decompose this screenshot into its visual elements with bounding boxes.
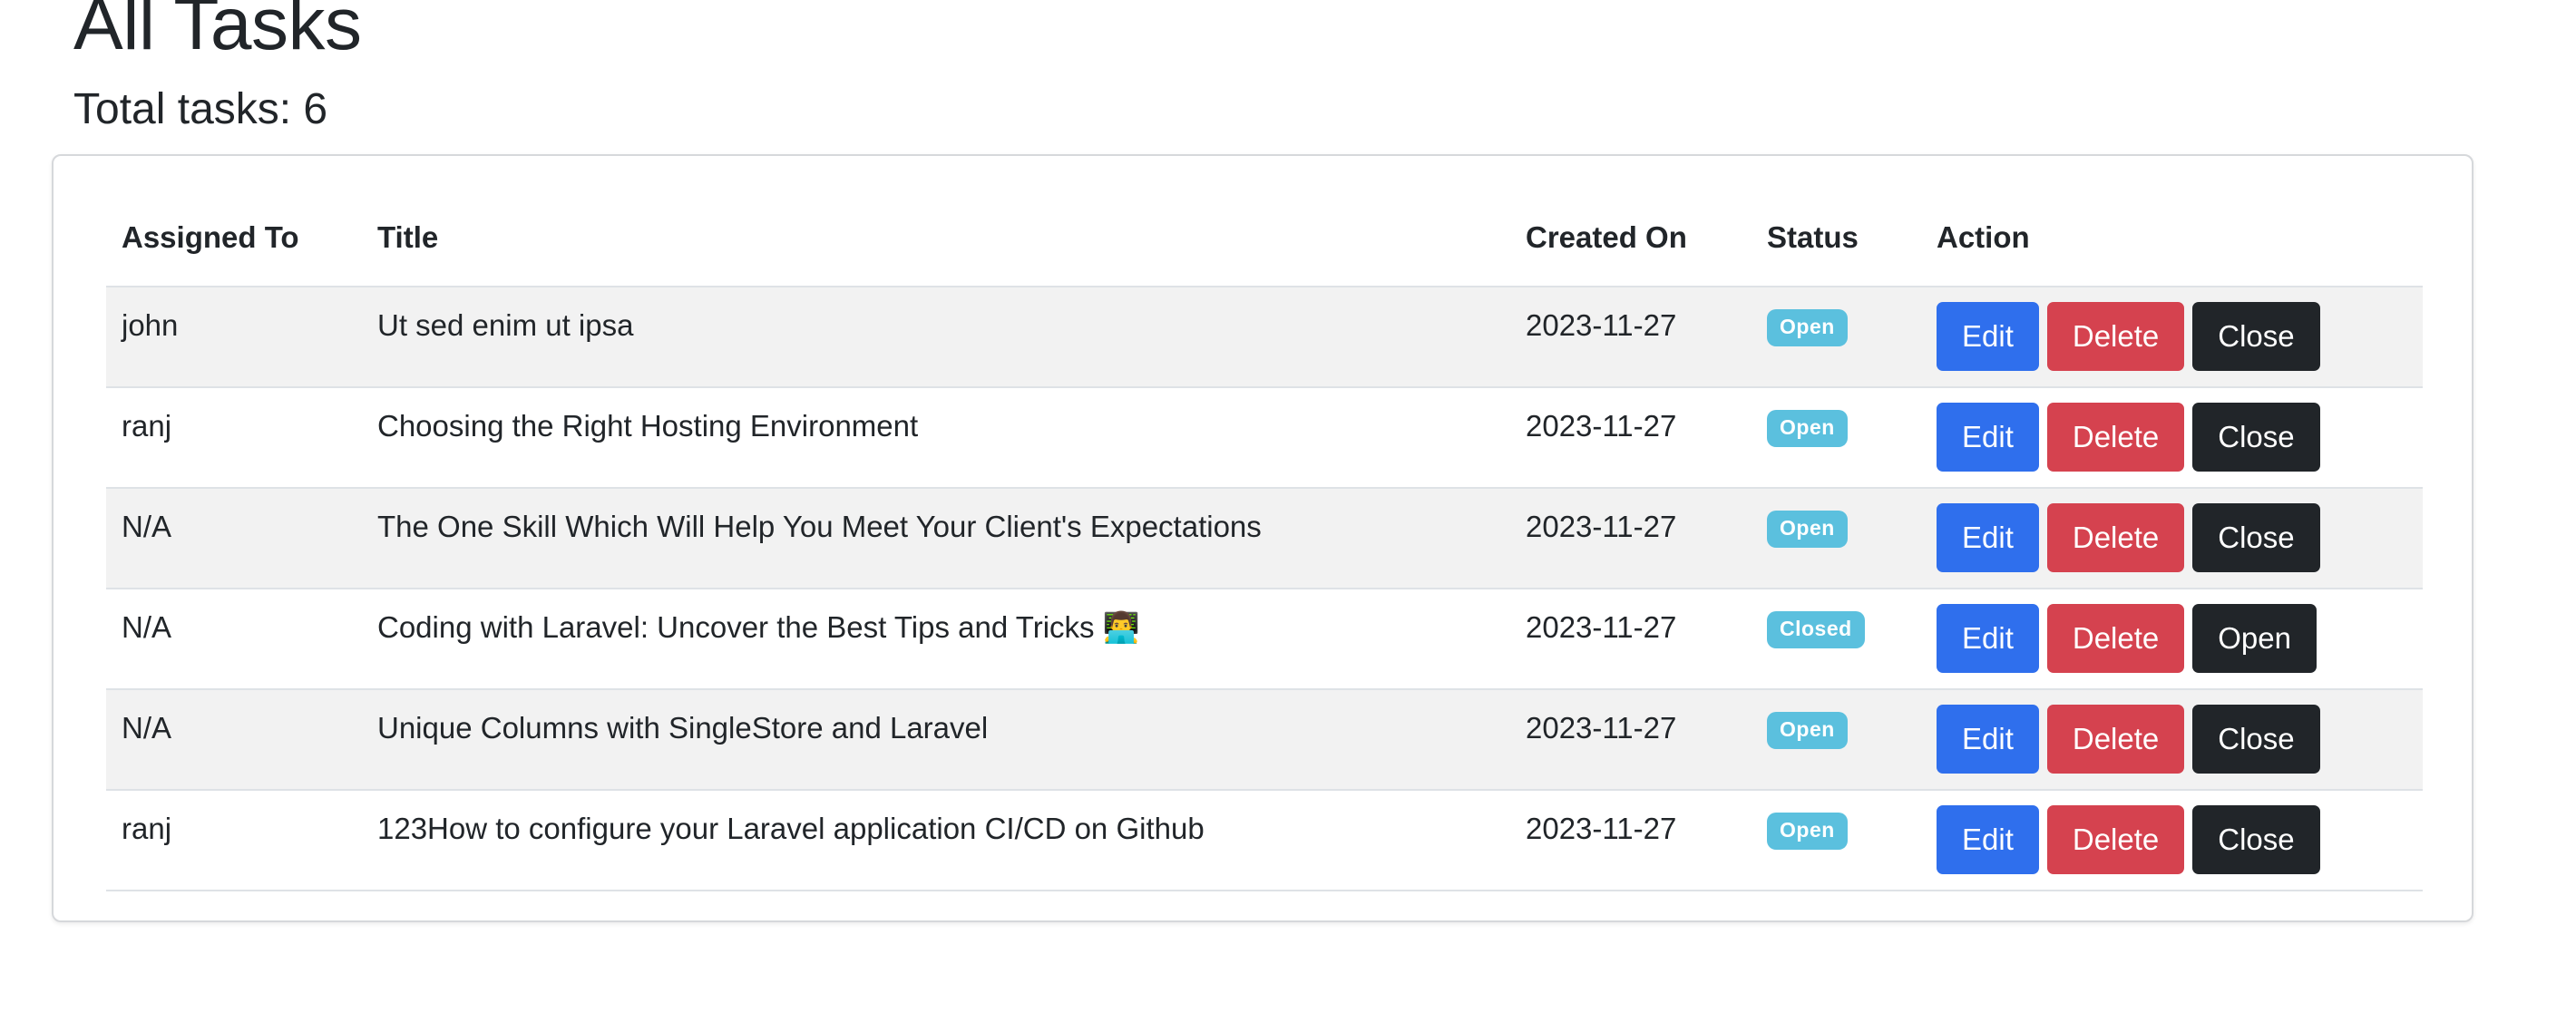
assigned-to-text: john xyxy=(122,308,179,342)
created-on-text: 2023-11-27 xyxy=(1526,308,1677,342)
cell-title: Coding with Laravel: Uncover the Best Ti… xyxy=(362,589,1510,690)
created-on-text: 2023-11-27 xyxy=(1526,409,1677,443)
cell-assigned-to: N/A xyxy=(106,488,362,589)
task-title-text: The One Skill Which Will Help You Meet Y… xyxy=(377,510,1262,543)
row-actions: Edit Delete Close xyxy=(1937,287,2407,371)
table-row: john Ut sed enim ut ipsa 2023-11-27 Open… xyxy=(106,287,2423,388)
cell-title: 123How to configure your Laravel applica… xyxy=(362,790,1510,891)
cell-assigned-to: ranj xyxy=(106,790,362,891)
status-badge: Open xyxy=(1767,511,1848,548)
cell-title: Unique Columns with SingleStore and Lara… xyxy=(362,689,1510,791)
cell-assigned-to: N/A xyxy=(106,689,362,791)
cell-status: Open xyxy=(1751,689,1921,791)
cell-status: Open xyxy=(1751,790,1921,891)
task-title-text: Coding with Laravel: Uncover the Best Ti… xyxy=(377,610,1140,644)
assigned-to-text: N/A xyxy=(122,711,172,745)
delete-button[interactable]: Delete xyxy=(2046,805,2185,874)
delete-button[interactable]: Delete xyxy=(2046,503,2185,572)
close-task-button[interactable]: Close xyxy=(2192,302,2320,371)
tasks-card: Assigned To Title Created On Status Acti… xyxy=(52,154,2474,922)
cell-status: Open xyxy=(1751,387,1921,489)
created-on-text: 2023-11-27 xyxy=(1526,711,1677,745)
close-task-button[interactable]: Close xyxy=(2192,503,2320,572)
edit-button[interactable]: Edit xyxy=(1937,302,2039,371)
cell-actions: Edit Delete Close xyxy=(1921,488,2423,589)
created-on-text: 2023-11-27 xyxy=(1526,510,1677,543)
cell-assigned-to: ranj xyxy=(106,387,362,489)
edit-button[interactable]: Edit xyxy=(1937,805,2039,874)
task-title-text: Ut sed enim ut ipsa xyxy=(377,308,634,342)
edit-button[interactable]: Edit xyxy=(1937,705,2039,774)
delete-button[interactable]: Delete xyxy=(2046,302,2185,371)
open-task-button[interactable]: Open xyxy=(2192,604,2317,673)
table-row: N/A The One Skill Which Will Help You Me… xyxy=(106,488,2423,589)
column-header-title: Title xyxy=(362,189,1510,287)
cell-actions: Edit Delete Close xyxy=(1921,387,2423,489)
column-header-status: Status xyxy=(1751,189,1921,287)
cell-status: Closed xyxy=(1751,589,1921,690)
row-actions: Edit Delete Close xyxy=(1937,690,2407,774)
close-task-button[interactable]: Close xyxy=(2192,705,2320,774)
cell-title: The One Skill Which Will Help You Meet Y… xyxy=(362,488,1510,589)
assigned-to-text: N/A xyxy=(122,610,172,644)
close-task-button[interactable]: Close xyxy=(2192,403,2320,472)
cell-created-on: 2023-11-27 xyxy=(1510,589,1751,690)
table-row: N/A Coding with Laravel: Uncover the Bes… xyxy=(106,589,2423,690)
table-row: ranj Choosing the Right Hosting Environm… xyxy=(106,387,2423,489)
edit-button[interactable]: Edit xyxy=(1937,604,2039,673)
task-title-text: Choosing the Right Hosting Environment xyxy=(377,409,919,443)
column-header-action: Action xyxy=(1921,189,2423,287)
cell-title: Ut sed enim ut ipsa xyxy=(362,287,1510,388)
cell-created-on: 2023-11-27 xyxy=(1510,689,1751,791)
cell-created-on: 2023-11-27 xyxy=(1510,488,1751,589)
cell-created-on: 2023-11-27 xyxy=(1510,287,1751,388)
assigned-to-text: ranj xyxy=(122,409,172,443)
cell-status: Open xyxy=(1751,287,1921,388)
row-actions: Edit Delete Close xyxy=(1937,388,2407,472)
table-header-row: Assigned To Title Created On Status Acti… xyxy=(106,189,2423,287)
row-actions: Edit Delete Close xyxy=(1937,489,2407,572)
cell-title: Choosing the Right Hosting Environment xyxy=(362,387,1510,489)
task-title-text: 123How to configure your Laravel applica… xyxy=(377,812,1205,845)
status-badge: Open xyxy=(1767,410,1848,447)
table-row: ranj 123How to configure your Laravel ap… xyxy=(106,790,2423,891)
column-header-assigned-to: Assigned To xyxy=(106,189,362,287)
status-badge: Open xyxy=(1767,309,1848,346)
cell-assigned-to: john xyxy=(106,287,362,388)
edit-button[interactable]: Edit xyxy=(1937,503,2039,572)
status-badge: Open xyxy=(1767,813,1848,850)
cell-created-on: 2023-11-27 xyxy=(1510,790,1751,891)
delete-button[interactable]: Delete xyxy=(2046,403,2185,472)
created-on-text: 2023-11-27 xyxy=(1526,812,1677,845)
edit-button[interactable]: Edit xyxy=(1937,403,2039,472)
column-header-created-on: Created On xyxy=(1510,189,1751,287)
total-tasks-count: Total tasks: 6 xyxy=(73,85,328,133)
status-badge: Open xyxy=(1767,712,1848,749)
close-task-button[interactable]: Close xyxy=(2192,805,2320,874)
task-title-text: Unique Columns with SingleStore and Lara… xyxy=(377,711,989,745)
cell-actions: Edit Delete Open xyxy=(1921,589,2423,690)
cell-actions: Edit Delete Close xyxy=(1921,287,2423,388)
row-actions: Edit Delete Close xyxy=(1937,791,2407,874)
delete-button[interactable]: Delete xyxy=(2046,604,2185,673)
delete-button[interactable]: Delete xyxy=(2046,705,2185,774)
assigned-to-text: ranj xyxy=(122,812,172,845)
assigned-to-text: N/A xyxy=(122,510,172,543)
cell-assigned-to: N/A xyxy=(106,589,362,690)
cell-created-on: 2023-11-27 xyxy=(1510,387,1751,489)
created-on-text: 2023-11-27 xyxy=(1526,610,1677,644)
cell-actions: Edit Delete Close xyxy=(1921,689,2423,791)
page-title: All Tasks xyxy=(73,0,362,65)
tasks-table: Assigned To Title Created On Status Acti… xyxy=(106,189,2423,891)
row-actions: Edit Delete Open xyxy=(1937,589,2407,673)
table-row: N/A Unique Columns with SingleStore and … xyxy=(106,689,2423,791)
cell-status: Open xyxy=(1751,488,1921,589)
cell-actions: Edit Delete Close xyxy=(1921,790,2423,891)
status-badge: Closed xyxy=(1767,611,1865,648)
